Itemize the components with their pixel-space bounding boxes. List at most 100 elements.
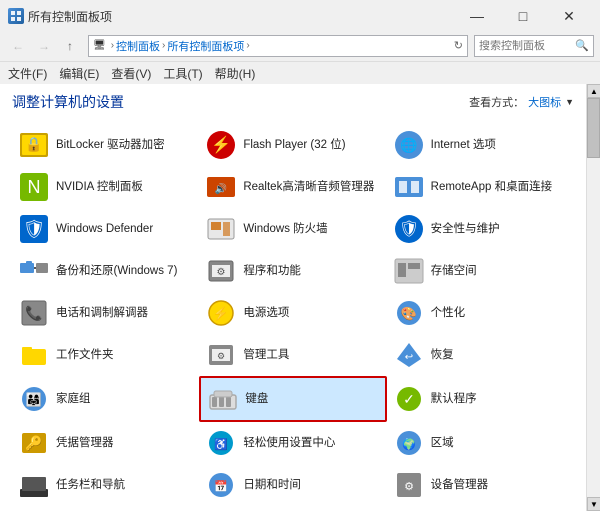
window-controls: — □ ✕ [454, 1, 592, 31]
item-icon-23: 🌍 [393, 427, 425, 459]
breadcrumb-control-panel[interactable]: 控制面板 [116, 38, 160, 54]
close-button[interactable]: ✕ [546, 1, 592, 31]
item-icon-1: ⚡ [205, 129, 237, 161]
item-icon-6: 🛡 [18, 213, 50, 245]
control-item[interactable]: 🔑 凭据管理器 [12, 422, 199, 464]
control-item[interactable]: 📅 日期和时间 [199, 464, 386, 506]
control-item[interactable]: ⚙ 程序和功能 [199, 250, 386, 292]
control-item[interactable]: 🔊 Realtek高清晰音频管理器 [199, 166, 386, 208]
titlebar-left: 所有控制面板项 [8, 8, 112, 25]
maximize-button[interactable]: □ [500, 1, 546, 31]
item-label-26: 设备管理器 [431, 478, 489, 493]
control-item[interactable]: 👨‍👩‍👧 家庭组 [12, 376, 199, 422]
item-label-21: 凭据管理器 [56, 436, 114, 451]
control-item[interactable]: 🔒 BitLocker 驱动器加密 [12, 124, 199, 166]
control-item[interactable]: 键盘 [199, 376, 386, 422]
refresh-icon[interactable]: ↻ [454, 39, 463, 52]
item-label-16: 管理工具 [243, 348, 289, 363]
up-button[interactable]: ↑ [58, 34, 82, 58]
item-icon-25: 📅 [205, 469, 237, 501]
item-label-15: 工作文件夹 [56, 348, 114, 363]
main-content: 调整计算机的设置 查看方式： 大图标 ▼ 🔒 BitLocker 驱动器加密 ⚡… [0, 84, 586, 511]
view-current[interactable]: 大图标 [528, 94, 561, 110]
menu-view[interactable]: 查看(V) [111, 65, 151, 82]
svg-text:🔒: 🔒 [25, 136, 42, 153]
control-item[interactable]: 🌐 Internet 选项 [387, 124, 574, 166]
svg-text:📞: 📞 [25, 304, 43, 322]
menu-tools[interactable]: 工具(T) [163, 65, 202, 82]
item-label-0: BitLocker 驱动器加密 [56, 138, 165, 153]
item-label-6: Windows Defender [56, 222, 153, 237]
item-label-1: Flash Player (32 位) [243, 138, 345, 153]
control-item[interactable]: 鼠标 [387, 506, 574, 511]
item-label-4: Realtek高清晰音频管理器 [243, 180, 374, 195]
item-icon-4: 🔊 [205, 171, 237, 203]
svg-text:🔑: 🔑 [25, 434, 43, 452]
control-item[interactable]: 工作文件夹 [12, 334, 199, 376]
window-title: 所有控制面板项 [28, 8, 112, 25]
item-icon-17: ↩ [393, 339, 425, 371]
item-label-18: 家庭组 [56, 392, 91, 407]
item-label-12: 电话和调制解调器 [56, 306, 148, 321]
item-label-5: RemoteApp 和桌面连接 [431, 180, 552, 195]
item-icon-16: ⚙ [205, 339, 237, 371]
minimize-button[interactable]: — [454, 1, 500, 31]
control-item[interactable]: 🌍 区域 [387, 422, 574, 464]
forward-button[interactable]: → [32, 34, 56, 58]
control-item[interactable]: 🎨 个性化 [387, 292, 574, 334]
menu-help[interactable]: 帮助(H) [215, 65, 256, 82]
control-item[interactable]: ♪ 声音 [199, 506, 386, 511]
control-item[interactable]: ✓ 默认程序 [387, 376, 574, 422]
item-label-10: 程序和功能 [243, 264, 301, 279]
control-item[interactable]: ↩ 恢复 [387, 334, 574, 376]
search-input[interactable] [479, 40, 575, 52]
control-item[interactable]: N NVIDIA 控制面板 [12, 166, 199, 208]
item-icon-12: 📞 [18, 297, 50, 329]
menu-edit[interactable]: 编辑(E) [59, 65, 99, 82]
svg-text:⚡: ⚡ [211, 135, 231, 154]
scroll-down-button[interactable]: ▼ [587, 497, 600, 511]
back-button[interactable]: ← [6, 34, 30, 58]
item-label-22: 轻松使用设置中心 [243, 436, 335, 451]
item-label-3: NVIDIA 控制面板 [56, 180, 143, 195]
control-item[interactable]: ⚡ 电源选项 [199, 292, 386, 334]
breadcrumb-all-items[interactable]: 所有控制面板项 [167, 38, 244, 54]
control-item[interactable]: Windows 防火墙 [199, 208, 386, 250]
svg-text:🌐: 🌐 [400, 137, 417, 154]
item-label-9: 备份和还原(Windows 7) [56, 264, 177, 279]
control-item[interactable]: ⚙ 设备管理器 [387, 464, 574, 506]
address-bar: 🖥 › 控制面板 › 所有控制面板项 › ↻ [88, 35, 468, 57]
item-icon-0: 🔒 [18, 129, 50, 161]
view-options: 查看方式： 大图标 ▼ [469, 94, 574, 110]
control-item[interactable]: 设备和打印机 [12, 506, 199, 511]
control-item[interactable]: RemoteApp 和桌面连接 [387, 166, 574, 208]
titlebar: 所有控制面板项 — □ ✕ [0, 0, 600, 30]
svg-text:🎨: 🎨 [401, 305, 417, 321]
scrollbar-thumb[interactable] [587, 98, 600, 158]
control-item[interactable]: ♿ 轻松使用设置中心 [199, 422, 386, 464]
control-item[interactable]: ⚙ 管理工具 [199, 334, 386, 376]
scroll-up-button[interactable]: ▲ [587, 84, 600, 98]
control-item[interactable]: ⚡ Flash Player (32 位) [199, 124, 386, 166]
control-item[interactable]: 任务栏和导航 [12, 464, 199, 506]
search-box[interactable]: 🔍 [474, 35, 594, 57]
svg-text:⚡: ⚡ [213, 306, 229, 322]
items-grid: 🔒 BitLocker 驱动器加密 ⚡ Flash Player (32 位) … [12, 124, 574, 511]
control-item[interactable]: 🛡 安全性与维护 [387, 208, 574, 250]
menu-file[interactable]: 文件(F) [8, 65, 47, 82]
home-icon: 🖥 [93, 40, 106, 51]
item-label-19: 键盘 [245, 392, 268, 407]
svg-text:🛡: 🛡 [399, 220, 419, 238]
control-item[interactable]: 🛡 Windows Defender [12, 208, 199, 250]
search-icon: 🔍 [575, 39, 589, 52]
item-icon-5 [393, 171, 425, 203]
view-arrow-icon[interactable]: ▼ [565, 97, 574, 107]
item-icon-26: ⚙ [393, 469, 425, 501]
item-icon-11 [393, 255, 425, 287]
control-item[interactable]: 存储空间 [387, 250, 574, 292]
item-icon-15 [18, 339, 50, 371]
control-item[interactable]: 备份和还原(Windows 7) [12, 250, 199, 292]
item-label-24: 任务栏和导航 [56, 478, 125, 493]
item-icon-21: 🔑 [18, 427, 50, 459]
control-item[interactable]: 📞 电话和调制解调器 [12, 292, 199, 334]
